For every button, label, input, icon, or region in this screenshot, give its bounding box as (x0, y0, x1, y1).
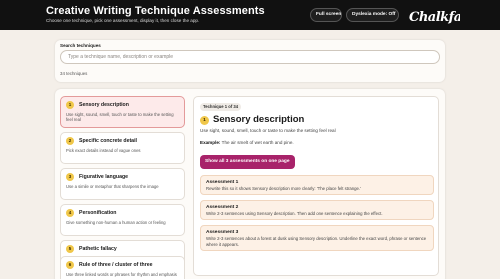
technique-name: Pathetic fallacy (79, 246, 117, 252)
assessment-card-3[interactable]: Assessment 3 Write 2-3 sentences about a… (200, 225, 434, 251)
app-subtitle: Choose one technique, pick one assessmen… (46, 18, 200, 23)
detail-description: Use sight, sound, smell, touch or taste … (200, 128, 336, 133)
technique-number-badge: 3 (66, 173, 74, 181)
logo-text: Chalkface (409, 10, 460, 25)
search-panel: Search techniques 34 techniques (55, 40, 445, 82)
assessment-text: Write 2-3 sentences using Sensory descri… (206, 211, 383, 216)
detail-example: Example: The air smelt of wet earth and … (200, 140, 294, 145)
technique-item-specific-concrete-detail[interactable]: 2 Specific concrete detail Pick exact de… (60, 132, 185, 164)
technique-position-badge: Technique 1 of 34 (200, 103, 242, 111)
technique-item-rule-of-three[interactable]: 6 Rule of three / cluster of three Use t… (60, 256, 185, 279)
detail-number-badge: 1 (200, 116, 209, 125)
example-label: Example: (200, 140, 221, 145)
technique-number-badge: 1 (66, 101, 74, 109)
technique-name: Specific concrete detail (79, 138, 137, 144)
technique-item-sensory-description[interactable]: 1 Sensory description Use sight, sound, … (60, 96, 185, 128)
assessment-title: Assessment 3 (206, 230, 239, 235)
technique-description: Use a simile or metaphor that sharpens t… (66, 184, 159, 189)
example-text: The air smelt of wet earth and pine. (221, 140, 294, 145)
technique-description: Give something non-human a human action … (66, 220, 166, 225)
technique-description: Pick exact details instead of vague ones (66, 148, 141, 153)
technique-number-badge: 4 (66, 209, 74, 217)
assessment-title: Assessment 1 (206, 180, 239, 185)
full-screen-button[interactable]: Full screen (310, 8, 342, 22)
technique-name: Rule of three / cluster of three (79, 262, 153, 268)
main-panel: 1 Sensory description Use sight, sound, … (55, 89, 445, 279)
app-header: Creative Writing Technique Assessments C… (0, 0, 500, 30)
technique-name: Sensory description (79, 102, 129, 108)
technique-detail-panel: Technique 1 of 34 1 Sensory description … (193, 96, 439, 276)
app-title: Creative Writing Technique Assessments (46, 5, 265, 17)
technique-count: 34 techniques (60, 71, 88, 76)
technique-name: Figurative language (79, 174, 129, 180)
technique-number-badge: 5 (66, 245, 74, 253)
show-all-assessments-button[interactable]: Show all 3 assessments on one page (200, 155, 295, 169)
search-label: Search techniques (60, 43, 101, 48)
technique-name: Personification (79, 210, 117, 216)
assessment-card-1[interactable]: Assessment 1 Rewrite this so it shows Se… (200, 175, 434, 195)
chalkface-logo: Chalkface (409, 10, 460, 25)
assessment-title: Assessment 2 (206, 205, 239, 210)
assessment-text: Write 2-3 sentences about a forest at du… (206, 236, 427, 247)
detail-title: Sensory description (213, 114, 305, 125)
assessment-card-2[interactable]: Assessment 2 Write 2-3 sentences using S… (200, 200, 434, 220)
technique-description: Use three linked words or phrases for rh… (66, 272, 177, 277)
technique-item-personification[interactable]: 4 Personification Give something non-hum… (60, 204, 185, 236)
assessment-text: Rewrite this so it shows Sensory descrip… (206, 186, 361, 191)
search-input[interactable] (60, 50, 440, 64)
technique-item-figurative-language[interactable]: 3 Figurative language Use a simile or me… (60, 168, 185, 200)
technique-number-badge: 6 (66, 261, 74, 269)
dyslexia-mode-toggle[interactable]: Dyslexia mode: Off (346, 8, 399, 22)
technique-number-badge: 2 (66, 137, 74, 145)
technique-description: Use sight, sound, smell, touch or taste … (66, 112, 174, 123)
